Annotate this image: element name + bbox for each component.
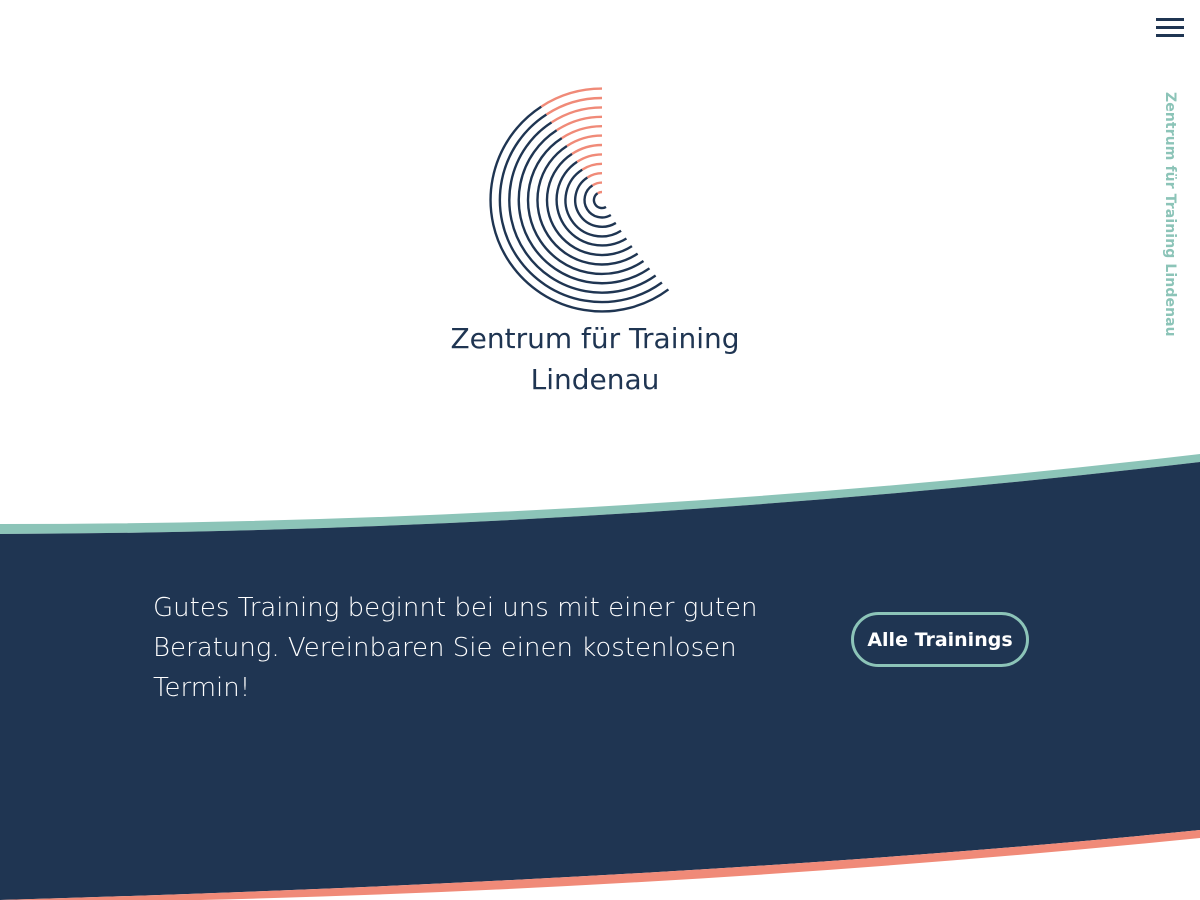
- cta-message: Gutes Training beginnt bei uns mit einer…: [153, 593, 758, 703]
- logo-title[interactable]: Zentrum für Training Lindenau: [395, 318, 795, 400]
- page: Zentrum für Training Lindenau Zentrum fü…: [0, 0, 1200, 900]
- concentric-arcs-logo-icon: [489, 87, 670, 313]
- logo-title-line-2: Lindenau: [530, 363, 660, 396]
- side-site-title[interactable]: Zentrum für Training Lindenau: [1158, 92, 1178, 352]
- logo-icon[interactable]: [470, 80, 730, 320]
- hamburger-menu-icon: [1156, 18, 1184, 37]
- menu-button[interactable]: [1150, 10, 1190, 44]
- all-trainings-button[interactable]: Alle Trainings: [851, 612, 1029, 667]
- logo-title-line-1: Zentrum für Training: [450, 322, 740, 355]
